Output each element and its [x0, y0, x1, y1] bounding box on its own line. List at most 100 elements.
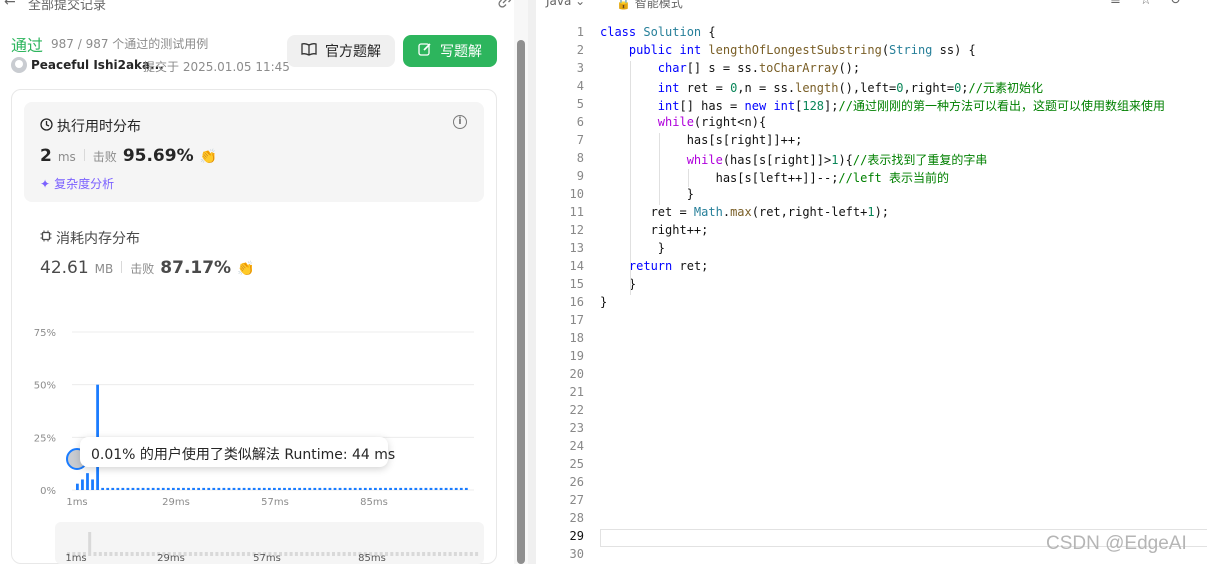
code-line[interactable]: has[s[left++]]--;//left 表示当前的 [600, 169, 949, 186]
all-submissions-link[interactable]: 全部提交记录 [28, 0, 106, 13]
chart-bar[interactable] [353, 487, 357, 490]
code-line[interactable]: int ret = 0,n = ss.length(),left=0,right… [600, 79, 1043, 96]
chart-bar[interactable] [76, 483, 79, 490]
chart-bar[interactable] [227, 487, 231, 490]
avatar[interactable] [11, 57, 27, 73]
chart-bar[interactable] [409, 487, 413, 490]
chart-bar[interactable] [323, 487, 327, 490]
chart-bar[interactable] [212, 487, 216, 490]
memory-distribution-title[interactable]: 消耗内存分布 [40, 228, 140, 248]
chart-bar[interactable] [237, 487, 241, 490]
code-line[interactable]: } [600, 241, 665, 255]
chart-bar[interactable] [343, 487, 347, 490]
chart-bar[interactable] [257, 487, 261, 490]
chart-bar[interactable] [116, 487, 120, 490]
chart-bar[interactable] [374, 487, 377, 490]
reset-icon[interactable]: ↻ [1170, 0, 1181, 8]
chart-bar[interactable] [348, 487, 352, 490]
code-line[interactable]: } [600, 187, 694, 201]
chart-bar[interactable] [459, 487, 463, 490]
chart-range-minimap[interactable]: 1ms 29ms 57ms 85ms [55, 522, 484, 564]
chart-bar[interactable] [166, 487, 170, 490]
chart-bar[interactable] [338, 487, 342, 490]
chart-bar[interactable] [328, 487, 332, 490]
back-arrow-icon[interactable]: ← [4, 0, 16, 10]
chart-bar[interactable] [232, 487, 236, 490]
chart-bar[interactable] [121, 487, 125, 490]
code-line[interactable]: class Solution { [600, 25, 716, 39]
chart-bar[interactable] [252, 487, 256, 490]
chart-bar[interactable] [399, 487, 403, 490]
official-solution-button[interactable]: 官方题解 [287, 35, 395, 67]
chart-bar[interactable] [358, 487, 362, 490]
chart-bar[interactable] [318, 487, 322, 490]
chart-bar[interactable] [454, 487, 458, 490]
code-line[interactable]: public int lengthOfLongestSubstring(Stri… [600, 43, 976, 57]
chart-bar[interactable] [217, 487, 221, 490]
panel-divider[interactable] [528, 0, 536, 564]
chart-bar[interactable] [126, 487, 130, 490]
scrollbar-thumb[interactable] [517, 40, 525, 564]
language-select[interactable]: Java ⌄ [546, 0, 585, 8]
smart-mode-toggle[interactable]: 🔒 智能模式 [616, 0, 683, 11]
chart-bar[interactable] [187, 487, 190, 490]
chart-bar[interactable] [389, 487, 392, 490]
chart-bar[interactable] [111, 487, 115, 490]
chart-bar[interactable] [424, 487, 428, 490]
chart-bar[interactable] [273, 487, 276, 490]
chart-bar[interactable] [464, 487, 468, 490]
chart-bar[interactable] [81, 479, 84, 490]
code-line[interactable]: char[] s = ss.toCharArray(); [600, 61, 860, 75]
chart-bar[interactable] [368, 487, 372, 490]
chart-bar[interactable] [146, 487, 150, 490]
chart-bar[interactable] [151, 487, 155, 490]
chart-bar[interactable] [86, 473, 89, 490]
chart-bar[interactable] [298, 487, 302, 490]
chart-bar[interactable] [414, 487, 418, 490]
chart-bar[interactable] [182, 487, 185, 490]
chart-bar[interactable] [207, 487, 211, 490]
chart-bar[interactable] [267, 487, 271, 490]
chart-bar[interactable] [101, 487, 105, 490]
chart-bar[interactable] [384, 487, 387, 490]
chart-bar[interactable] [313, 487, 317, 490]
chart-bar[interactable] [379, 487, 382, 490]
chart-bar[interactable] [363, 487, 367, 490]
chart-bar[interactable] [449, 487, 453, 490]
bookmark-icon[interactable]: ☆ [1140, 0, 1152, 8]
chart-bar[interactable] [197, 487, 201, 490]
chart-bar[interactable] [434, 487, 438, 490]
chart-bar[interactable] [171, 487, 175, 490]
chart-bar[interactable] [439, 487, 443, 490]
chart-bar[interactable] [444, 487, 448, 490]
chart-bar[interactable] [136, 487, 140, 490]
chart-bar[interactable] [247, 487, 251, 490]
chart-bar[interactable] [288, 487, 291, 490]
link-icon[interactable] [498, 0, 512, 12]
chart-bar[interactable] [333, 487, 337, 490]
chart-bar[interactable] [429, 487, 433, 490]
write-solution-button[interactable]: 写题解 [403, 35, 497, 67]
chart-bar[interactable] [404, 487, 408, 490]
code-line[interactable]: int[] has = new int[128];//通过刚刚的第一种方法可以看… [600, 97, 1165, 114]
chart-bar[interactable] [161, 487, 165, 490]
code-line[interactable]: ret = Math.max(ret,right-left+1); [600, 205, 889, 219]
chart-bar[interactable] [262, 487, 266, 490]
chart-bar[interactable] [192, 487, 195, 490]
format-icon[interactable]: ≡ [1110, 0, 1121, 8]
chart-bar[interactable] [106, 487, 110, 490]
code-line[interactable]: } [600, 295, 607, 309]
chart-bar[interactable] [156, 487, 160, 490]
chart-bar[interactable] [394, 487, 398, 490]
chart-bar[interactable] [308, 487, 312, 490]
code-line[interactable]: while(right<n){ [600, 115, 766, 129]
info-icon[interactable]: i [453, 115, 467, 129]
chart-bar[interactable] [141, 487, 145, 490]
chart-bar[interactable] [202, 487, 206, 490]
chart-bar[interactable] [222, 487, 226, 490]
chart-bar[interactable] [131, 487, 135, 490]
chart-bar[interactable] [283, 487, 286, 490]
code-line[interactable]: return ret; [600, 259, 708, 273]
code-line[interactable]: right++; [600, 223, 709, 237]
chart-bar[interactable] [242, 487, 246, 490]
